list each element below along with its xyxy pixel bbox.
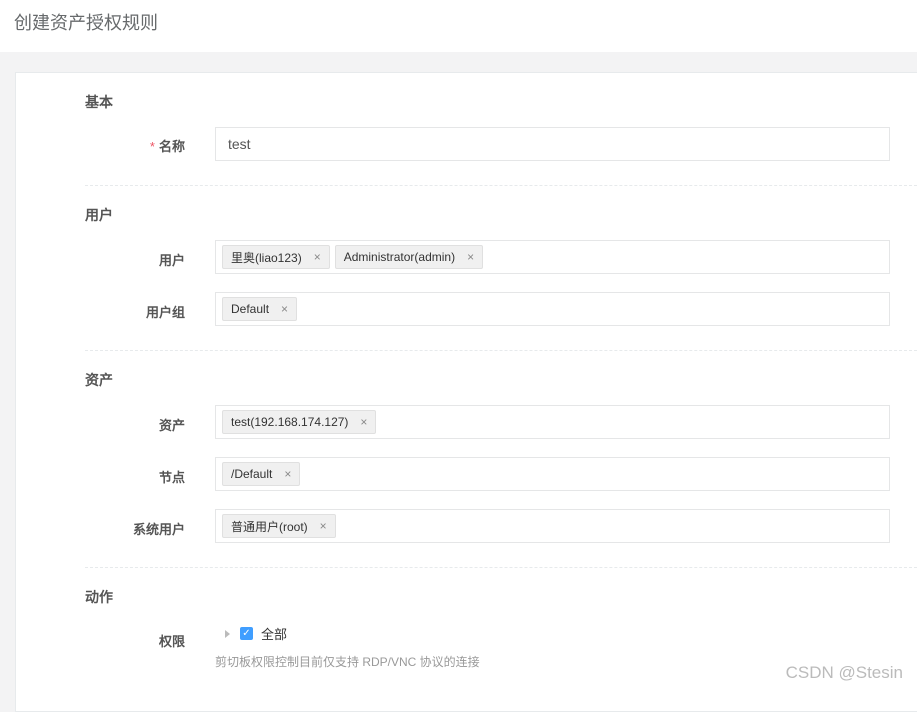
user-tag: Administrator(admin) × <box>334 245 484 269</box>
name-label: * 名称 <box>65 136 185 155</box>
checkbox-checked-icon[interactable]: ✓ <box>240 627 253 640</box>
nodes-label: 节点 <box>158 470 185 485</box>
tag-label: Administrator(admin) <box>343 250 456 264</box>
expand-triangle-icon[interactable] <box>225 629 230 638</box>
remove-icon[interactable]: × <box>284 467 291 481</box>
user-tag: 里奥(liao123) × <box>222 245 330 269</box>
remove-icon[interactable]: × <box>320 519 327 533</box>
system-users-select[interactable]: 普通用户(root) × <box>215 509 890 543</box>
divider <box>85 350 917 351</box>
users-select[interactable]: 里奥(liao123) × Administrator(admin) × <box>215 240 890 274</box>
form-card <box>15 72 917 712</box>
users-label: 用户 <box>158 253 185 268</box>
tag-label: 普通用户(root) <box>231 519 308 534</box>
permission-all-label[interactable]: 全部 <box>261 624 287 643</box>
name-input[interactable]: test <box>215 127 890 161</box>
system-user-tag: 普通用户(root) × <box>222 514 336 538</box>
tag-label: /Default <box>231 467 273 481</box>
user-group-tag: Default × <box>222 297 298 321</box>
watermark: CSDN @Stesin <box>785 663 903 682</box>
name-value: test <box>228 136 251 152</box>
tag-label: test(192.168.174.127) <box>231 415 349 429</box>
section-basic: 基本 <box>85 94 113 110</box>
divider <box>85 185 917 186</box>
page-title: 创建资产授权规则 <box>14 13 158 33</box>
divider <box>85 567 917 568</box>
nodes-select[interactable]: /Default × <box>215 457 890 491</box>
assets-select[interactable]: test(192.168.174.127) × <box>215 405 890 439</box>
remove-icon[interactable]: × <box>281 302 288 316</box>
permissions-help-text: 剪切板权限控制目前仅支持 RDP/VNC 协议的连接 <box>215 655 480 669</box>
remove-icon[interactable]: × <box>314 250 321 264</box>
section-asset: 资产 <box>85 372 113 388</box>
permission-tree-item: ✓ 全部 <box>225 624 287 643</box>
name-label-text: 名称 <box>158 139 185 154</box>
tag-label: 里奥(liao123) <box>231 250 302 265</box>
node-tag: /Default × <box>222 462 301 486</box>
user-groups-select[interactable]: Default × <box>215 292 890 326</box>
page-header: 创建资产授权规则 <box>0 0 917 52</box>
section-action: 动作 <box>85 589 113 605</box>
assets-label: 资产 <box>158 418 185 433</box>
user-groups-label: 用户组 <box>145 305 185 320</box>
remove-icon[interactable]: × <box>467 250 474 264</box>
remove-icon[interactable]: × <box>360 415 367 429</box>
permissions-label: 权限 <box>158 634 185 649</box>
tag-label: Default <box>231 302 270 316</box>
asset-tag: test(192.168.174.127) × <box>222 410 377 434</box>
system-users-label: 系统用户 <box>132 522 185 537</box>
section-user: 用户 <box>85 207 113 223</box>
required-mark: * <box>149 139 155 154</box>
